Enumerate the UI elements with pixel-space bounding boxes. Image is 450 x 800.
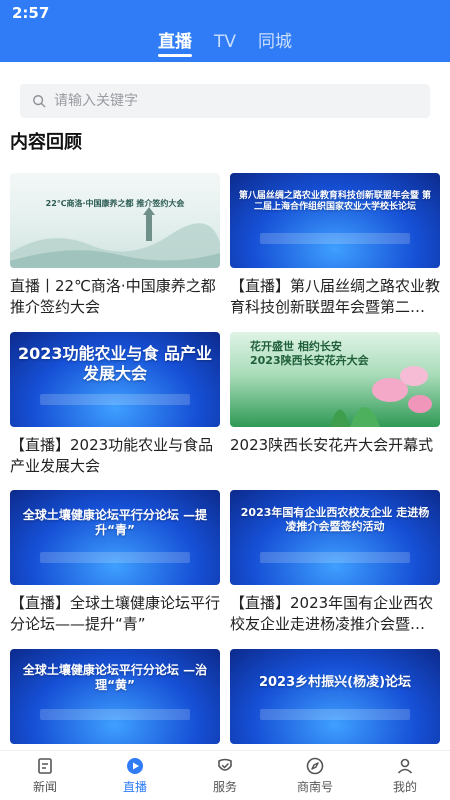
thumbnail-text: 花开盛世 相约长安 2023陕西长安花卉大会 xyxy=(250,340,369,367)
thumbnail-info-strip xyxy=(40,394,190,405)
section-title: 内容回顾 xyxy=(10,132,82,153)
thumbnail-text: 2023功能农业与食 品产业发展大会 xyxy=(17,344,213,383)
user-icon xyxy=(397,758,413,774)
thumbnail-text: 全球土壤健康论坛平行分论坛 —提升“青” xyxy=(22,508,208,537)
mountain-illustration xyxy=(10,207,220,268)
nav-label: 直播 xyxy=(122,780,147,794)
card-title: 【直播】2023年国有企业西农校友企业走进杨凌推介会暨签约活动 xyxy=(230,594,440,633)
thumbnail-info-strip xyxy=(260,552,410,563)
card-thumbnail: 22℃商洛·中国康养之都 推介签约大会 xyxy=(10,173,220,268)
replay-grid: 22℃商洛·中国康养之都 推介签约大会 直播丨22℃商洛·中国康养之都推介签约大… xyxy=(10,173,440,750)
card-title: 【直播】2023功能农业与食品产业发展大会 xyxy=(10,436,214,475)
replay-card[interactable]: 22℃商洛·中国康养之都 推介签约大会 直播丨22℃商洛·中国康养之都推介签约大… xyxy=(10,173,220,318)
nav-item-profile[interactable]: 我的 xyxy=(360,751,450,800)
card-thumbnail: 2023功能农业与食 品产业发展大会 xyxy=(10,332,220,427)
tab-live[interactable]: 直播 xyxy=(156,28,194,58)
nav-item-live[interactable]: 直播 xyxy=(90,751,180,800)
header-bar: 2:57 直播 TV 同城 xyxy=(0,0,450,62)
card-title: 【直播】全球土壤健康论坛平行分论坛——提升“青” xyxy=(10,594,220,633)
replay-card[interactable]: 第八届丝绸之路农业教育科技创新联盟年会暨 第二届上海合作组织国家农业大学校长论坛… xyxy=(230,173,440,318)
nav-item-news[interactable]: 新闻 xyxy=(0,751,90,800)
thumbnail-text: 2023年国有企业西农校友企业 走进杨凌推介会暨签约活动 xyxy=(240,506,430,533)
nav-item-service[interactable]: 服务 xyxy=(180,751,270,800)
thumbnail-info-strip xyxy=(40,552,190,563)
nav-label: 服务 xyxy=(212,780,237,794)
replay-card[interactable]: 花开盛世 相约长安 2023陕西长安花卉大会 2023陕西长安花卉大会开幕式 xyxy=(230,332,440,477)
replay-card[interactable]: 2023年国有企业西农校友企业 走进杨凌推介会暨签约活动 【直播】2023年国有… xyxy=(230,490,440,635)
nav-label: 商南号 xyxy=(296,780,333,794)
replay-card[interactable]: 2023功能农业与食 品产业发展大会 【直播】2023功能农业与食品产业发展大会 xyxy=(10,332,220,477)
card-thumbnail: 全球土壤健康论坛平行分论坛 —治理“黄” xyxy=(10,649,220,744)
replay-card[interactable]: 全球土壤健康论坛平行分论坛 —治理“黄” xyxy=(10,649,220,750)
thumbnail-text: 22℃商洛·中国康养之都 推介签约大会 xyxy=(45,199,185,208)
search-icon xyxy=(33,95,46,108)
thumbnail-text: 第八届丝绸之路农业教育科技创新联盟年会暨 第二届上海合作组织国家农业大学校长论坛 xyxy=(238,191,432,213)
card-title: 直播丨22℃商洛·中国康养之都推介签约大会 xyxy=(10,277,216,316)
tab-local[interactable]: 同城 xyxy=(256,28,294,58)
search-input[interactable] xyxy=(54,93,394,109)
card-thumbnail: 2023年国有企业西农校友企业 走进杨凌推介会暨签约活动 xyxy=(230,490,440,585)
search-bar[interactable] xyxy=(20,84,430,118)
news-icon xyxy=(38,758,52,774)
thumbnail-text: 全球土壤健康论坛平行分论坛 —治理“黄” xyxy=(22,663,208,692)
card-thumbnail: 全球土壤健康论坛平行分论坛 —提升“青” xyxy=(10,490,220,585)
thumbnail-text: 2023乡村振兴(杨凌)论坛 xyxy=(258,675,412,690)
card-thumbnail: 2023乡村振兴(杨凌)论坛 xyxy=(230,649,440,744)
service-icon xyxy=(218,758,232,771)
tab-tv[interactable]: TV xyxy=(212,28,238,58)
thumbnail-info-strip xyxy=(260,233,410,244)
play-icon xyxy=(127,758,143,774)
card-title: 2023陕西长安花卉大会开幕式 xyxy=(230,436,434,454)
top-tabs: 直播 TV 同城 xyxy=(0,28,450,62)
card-thumbnail: 第八届丝绸之路农业教育科技创新联盟年会暨 第二届上海合作组织国家农业大学校长论坛 xyxy=(230,173,440,268)
replay-card[interactable]: 全球土壤健康论坛平行分论坛 —提升“青” 【直播】全球土壤健康论坛平行分论坛——… xyxy=(10,490,220,635)
card-title: 【直播】第八届丝绸之路农业教育科技创新联盟年会暨第二届上海合作组织国家农业大学校… xyxy=(230,277,440,316)
card-thumbnail: 花开盛世 相约长安 2023陕西长安花卉大会 xyxy=(230,332,440,427)
thumbnail-info-strip xyxy=(260,709,410,720)
status-time: 2:57 xyxy=(12,4,50,22)
thumbnail-info-strip xyxy=(40,709,190,720)
replay-card[interactable]: 2023乡村振兴(杨凌)论坛 xyxy=(230,649,440,750)
nav-label: 我的 xyxy=(392,780,417,794)
bottom-nav: 新闻 直播 服务 商南号 我的 xyxy=(0,750,450,800)
nav-label: 新闻 xyxy=(32,780,57,794)
compass-icon xyxy=(306,757,324,775)
nav-item-shangnan[interactable]: 商南号 xyxy=(270,751,360,800)
